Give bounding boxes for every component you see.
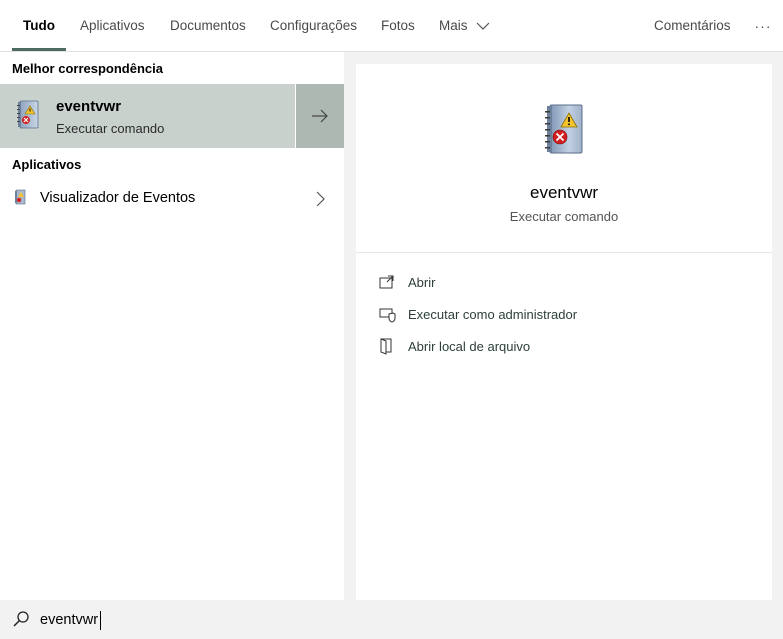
run-as-admin-button[interactable]: Executar como administrador bbox=[378, 303, 577, 325]
best-match-subtitle: Executar comando bbox=[56, 121, 165, 136]
open-button[interactable]: Abrir bbox=[378, 271, 435, 293]
preview-title: eventvwr bbox=[529, 183, 599, 202]
tab-configuracoes[interactable]: Configurações bbox=[270, 0, 357, 51]
best-match-result: eventvwr Executar comando bbox=[0, 84, 344, 148]
chevron-right-icon[interactable] bbox=[314, 191, 326, 207]
event-viewer-icon bbox=[545, 104, 583, 154]
open-file-location-label: Abrir local de arquivo bbox=[408, 338, 531, 354]
tab-documentos[interactable]: Documentos bbox=[170, 0, 246, 51]
more-options-button[interactable]: ··· bbox=[752, 0, 774, 51]
search-bar bbox=[0, 600, 783, 639]
tab-mais[interactable]: Mais bbox=[439, 0, 490, 51]
search-icon bbox=[13, 611, 29, 627]
open-file-location-button[interactable]: Abrir local de arquivo bbox=[378, 335, 530, 357]
search-input[interactable] bbox=[40, 608, 740, 632]
app-label: Visualizador de Eventos bbox=[40, 190, 196, 206]
run-as-admin-label: Executar como administrador bbox=[408, 306, 578, 322]
open-preview-button[interactable] bbox=[296, 84, 344, 148]
list-item[interactable]: Visualizador de Eventos bbox=[0, 180, 344, 216]
text-caret bbox=[100, 611, 101, 630]
event-viewer-icon bbox=[15, 189, 26, 205]
best-match-heading: Melhor correspondência bbox=[12, 61, 163, 76]
preview-subtitle: Executar comando bbox=[509, 209, 619, 224]
file-location-icon bbox=[380, 338, 392, 355]
divider bbox=[356, 252, 772, 253]
chevron-down-icon bbox=[476, 22, 489, 30]
open-icon bbox=[379, 275, 394, 289]
tab-tudo[interactable]: Tudo bbox=[12, 0, 66, 51]
event-viewer-icon bbox=[17, 100, 39, 129]
apps-heading: Aplicativos bbox=[12, 157, 82, 172]
arrow-right-icon bbox=[312, 109, 328, 123]
tab-aplicativos[interactable]: Aplicativos bbox=[80, 0, 145, 51]
tab-mais-label: Mais bbox=[439, 18, 468, 33]
best-match-item[interactable]: eventvwr Executar comando bbox=[0, 84, 295, 148]
search-filter-bar: Tudo Aplicativos Documentos Configuraçõe… bbox=[0, 0, 783, 52]
open-label: Abrir bbox=[408, 274, 436, 290]
best-match-title: eventvwr bbox=[56, 98, 122, 115]
preview-panel: eventvwr Executar comando Abrir Executar… bbox=[356, 64, 772, 600]
tab-fotos[interactable]: Fotos bbox=[381, 0, 415, 51]
shield-icon bbox=[379, 308, 396, 323]
feedback-button[interactable]: Comentários bbox=[654, 0, 731, 51]
results-panel: Melhor correspondência eventvwr Executar… bbox=[0, 52, 344, 600]
